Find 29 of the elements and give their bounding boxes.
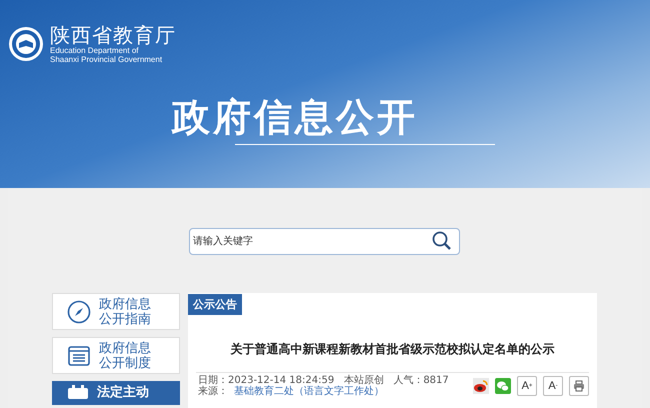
org-name: 陕西省教育厅: [50, 24, 176, 46]
search-field[interactable]: 请输入关键字: [189, 228, 460, 255]
compass-icon: [67, 300, 91, 324]
font-increase-button[interactable]: A$^{+}$: [517, 376, 537, 396]
source-label: 来源：: [198, 386, 228, 397]
article-meta: 日期：2023-12-14 18:24:59 本站原创 人气：8817: [198, 375, 449, 386]
emblem-logo: [8, 26, 44, 62]
sidebar-item-label: 公开制度: [99, 356, 151, 370]
weibo-icon[interactable]: [473, 378, 489, 394]
sidebar-item-label: 法定主动: [97, 385, 149, 400]
print-button[interactable]: [569, 376, 589, 396]
sidebar-item-label: 公开指南: [99, 312, 151, 326]
list-icon: [67, 344, 91, 368]
sidebar-item[interactable]: 法定主动: [52, 381, 180, 405]
sidebar-item[interactable]: 政府信息 公开指南: [52, 293, 180, 330]
search-icon[interactable]: [431, 231, 453, 251]
article-title: 关于普通高中新课程新教材首批省级示范校拟认定名单的公示: [229, 341, 556, 358]
sidebar-item-label: 政府信息: [99, 296, 151, 312]
sidebar-item[interactable]: 政府信息 公开制度: [52, 337, 180, 374]
calendar-icon: [67, 385, 89, 399]
wechat-icon[interactable]: [495, 378, 511, 394]
org-name-english: Education Department of: [50, 46, 140, 55]
sidebar-item-label: 政府信息: [99, 340, 151, 356]
source-link[interactable]: 基础教育二处（语言文字工作处）: [234, 386, 384, 397]
org-name-english: Shaanxi Provincial Government: [50, 55, 164, 64]
font-decrease-button[interactable]: A$^{-}$: [543, 376, 563, 396]
printer-icon: [573, 380, 585, 392]
section-tag: 公示公告: [188, 294, 242, 315]
banner-title: 政府信息公开: [172, 94, 418, 140]
